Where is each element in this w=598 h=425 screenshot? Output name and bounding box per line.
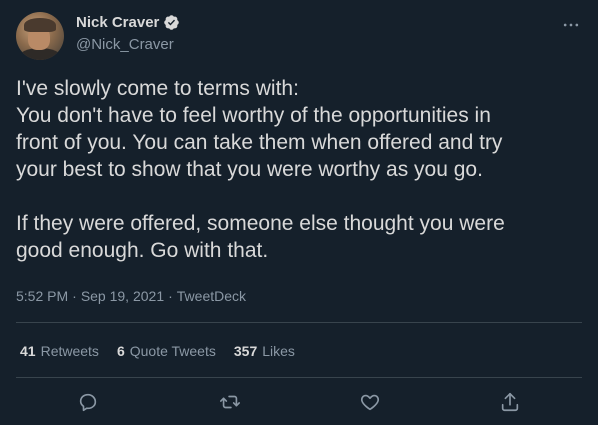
retweet-icon: [220, 395, 240, 409]
tweet-date-link[interactable]: Sep 19, 2021: [81, 288, 164, 304]
divider: [16, 377, 582, 378]
more-horizontal-icon: [563, 23, 579, 27]
tweet-card: Nick Craver @Nick_Craver I've slowly com…: [0, 0, 598, 425]
tweet-text: I've slowly come to terms with: You don'…: [16, 77, 505, 262]
meta-separator: ·: [72, 288, 77, 304]
author-name-row: Nick Craver: [76, 14, 180, 31]
retweets-stat[interactable]: 41 Retweets: [20, 343, 99, 359]
quote-tweets-stat[interactable]: 6 Quote Tweets: [117, 343, 216, 359]
like-button[interactable]: [358, 390, 382, 414]
likes-stat[interactable]: 357 Likes: [234, 343, 295, 359]
avatar[interactable]: [16, 12, 64, 60]
quote-tweets-label: Quote Tweets: [129, 343, 216, 359]
divider: [16, 322, 582, 323]
likes-label: Likes: [262, 343, 295, 359]
meta-separator: ·: [168, 288, 173, 304]
retweets-count: 41: [20, 343, 36, 359]
tweet-metadata: 5:52 PM · Sep 19, 2021 · TweetDeck: [16, 288, 246, 304]
author-handle[interactable]: @Nick_Craver: [76, 36, 174, 53]
more-options-button[interactable]: [560, 14, 582, 36]
tweet-time-link[interactable]: 5:52 PM: [16, 288, 68, 304]
author-display-name[interactable]: Nick Craver: [76, 14, 159, 31]
retweet-button[interactable]: [218, 390, 242, 414]
verified-badge-icon: [163, 14, 180, 31]
quote-tweets-count: 6: [116, 343, 125, 359]
reply-button[interactable]: [76, 390, 100, 414]
tweet-source-link[interactable]: TweetDeck: [177, 288, 246, 304]
retweets-label: Retweets: [40, 343, 99, 359]
reply-icon: [79, 393, 97, 412]
likes-count: 357: [233, 343, 258, 359]
like-heart-icon: [360, 394, 380, 411]
share-button[interactable]: [498, 390, 522, 414]
avatar-hat: [24, 18, 56, 32]
share-icon: [501, 392, 519, 412]
tweet-stats: 41 Retweets 6 Quote Tweets 357 Likes: [20, 343, 295, 359]
